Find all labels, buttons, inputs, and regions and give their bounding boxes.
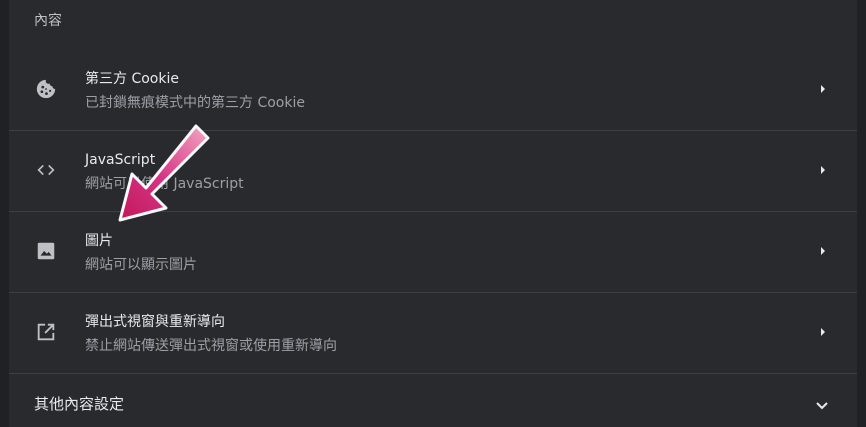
row-title: JavaScript [85,152,156,168]
section-title: 內容 [34,13,62,29]
chevron-right-icon [821,328,825,336]
image-icon [35,240,57,262]
chevron-right-icon [821,85,825,93]
row-title: 彈出式視窗與重新導向 [85,314,225,330]
settings-page: 內容 第三方 Cookie 已封鎖無痕模式中的第三方 Cookie JavaSc… [0,0,866,427]
content-settings-card: 內容 第三方 Cookie 已封鎖無痕模式中的第三方 Cookie JavaSc… [9,0,857,427]
row-subtitle: 禁止網站傳送彈出式視窗或使用重新導向 [85,338,337,354]
row-images[interactable]: 圖片 網站可以顯示圖片 [9,211,857,291]
row-subtitle: 網站可以使用 JavaScript [85,176,244,192]
cookie-icon [35,78,57,100]
row-title: 圖片 [85,233,113,249]
row-third-party-cookies[interactable]: 第三方 Cookie 已封鎖無痕模式中的第三方 Cookie [9,50,857,130]
chevron-right-icon [821,247,825,255]
row-title: 第三方 Cookie [85,71,179,87]
row-popups-redirects[interactable]: 彈出式視窗與重新導向 禁止網站傳送彈出式視窗或使用重新導向 [9,292,857,372]
row-subtitle: 已封鎖無痕模式中的第三方 Cookie [85,95,305,111]
chevron-right-icon [821,166,825,174]
row-subtitle: 網站可以顯示圖片 [85,257,197,273]
code-icon [35,159,57,181]
row-javascript[interactable]: JavaScript 網站可以使用 JavaScript [9,130,857,210]
chevron-down-icon [816,402,828,410]
footer-label: 其他內容設定 [34,395,125,413]
additional-content-settings-button[interactable]: 其他內容設定 [9,373,857,427]
open-in-new-icon [35,321,57,343]
